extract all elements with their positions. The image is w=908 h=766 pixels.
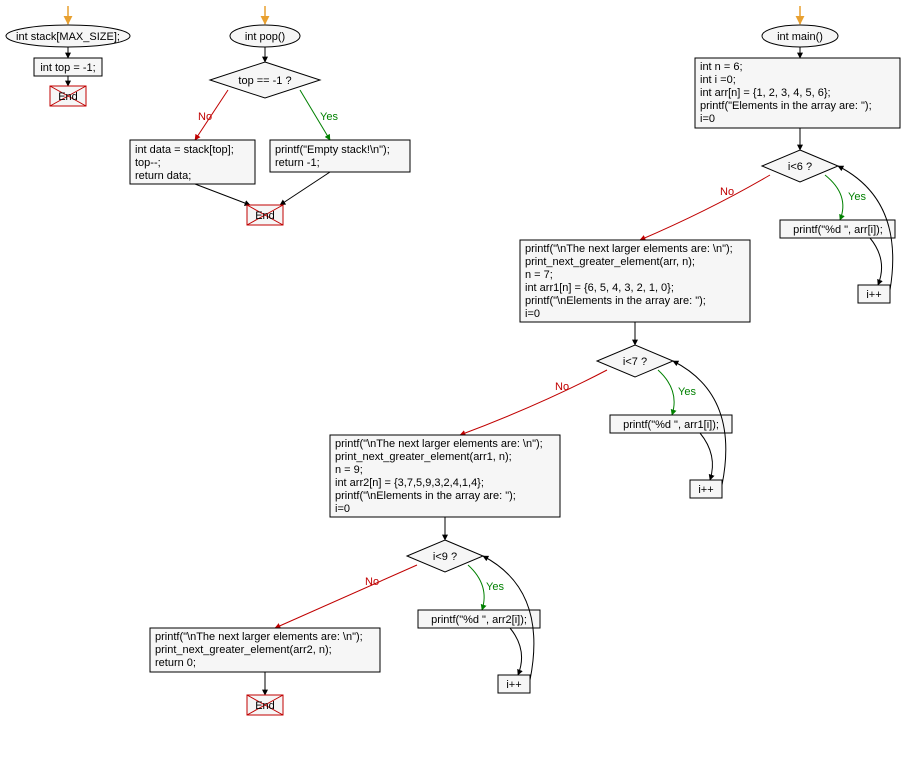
main-init-l3: int arr[n] = {1, 2, 3, 4, 5, 6}; [700, 87, 831, 99]
no-label: No [720, 186, 734, 198]
block2-l6: i=0 [525, 308, 540, 320]
stack-decl-label: int stack[MAX_SIZE]; [16, 31, 120, 43]
subchart-main: int main() int n = 6; int i =0; int arr[… [150, 6, 900, 715]
inc1-label: i++ [866, 289, 881, 301]
yes-label: Yes [678, 386, 696, 398]
main-init-l5: i=0 [700, 113, 715, 125]
end-node: End [247, 695, 283, 715]
block3-l2: print_next_greater_element(arr1, n); [335, 451, 512, 463]
block2-l1: printf("\nThe next larger elements are: … [525, 243, 733, 255]
print2-label: printf("%d ", arr1[i]); [623, 419, 719, 431]
block3-l3: n = 9; [335, 464, 363, 476]
end-node: End [50, 86, 86, 106]
block2-l4: int arr1[n] = {6, 5, 4, 3, 2, 1, 0}; [525, 282, 674, 294]
main-decl-label: int main() [777, 31, 823, 43]
flowchart-canvas: int stack[MAX_SIZE]; int top = -1; End i… [0, 0, 908, 766]
edge-no [275, 565, 417, 628]
block4-l3: return 0; [155, 657, 196, 669]
main-init-l1: int n = 6; [700, 61, 743, 73]
subchart-stack: int stack[MAX_SIZE]; int top = -1; End [6, 6, 130, 106]
end-label: End [255, 700, 275, 712]
block3-l5: printf("\nElements in the array are: "); [335, 490, 516, 502]
no-label: No [198, 111, 212, 123]
block4-l1: printf("\nThe next larger elements are: … [155, 631, 363, 643]
edge [700, 433, 712, 480]
cond1-label: i<6 ? [788, 161, 812, 173]
block2-l5: printf("\nElements in the array are: "); [525, 295, 706, 307]
print3-label: printf("%d ", arr2[i]); [431, 614, 527, 626]
edge-yes [468, 565, 484, 610]
block3-l1: printf("\nThe next larger elements are: … [335, 438, 543, 450]
pop-no-l1: int data = stack[top]; [135, 144, 234, 156]
edge [870, 238, 882, 285]
main-init-l2: int i =0; [700, 74, 736, 86]
edge-no [460, 370, 607, 435]
end-node: End [247, 205, 283, 225]
top-init-label: int top = -1; [40, 62, 95, 74]
pop-no-l2: top--; [135, 157, 161, 169]
edge [510, 628, 522, 675]
yes-label: Yes [486, 581, 504, 593]
block3-l6: i=0 [335, 503, 350, 515]
subchart-pop: int pop() top == -1 ? No int data = stac… [130, 6, 410, 225]
cond2-label: i<7 ? [623, 356, 647, 368]
no-label: No [555, 381, 569, 393]
pop-yes-l1: printf("Empty stack!\n"); [275, 144, 390, 156]
block2-l2: print_next_greater_element(arr, n); [525, 256, 695, 268]
yes-label: Yes [848, 191, 866, 203]
print1-label: printf("%d ", arr[i]); [793, 224, 883, 236]
main-init-l4: printf("Elements in the array are: "); [700, 100, 872, 112]
end-label: End [58, 91, 78, 103]
yes-label: Yes [320, 111, 338, 123]
edge [195, 184, 250, 205]
edge-yes [825, 175, 843, 220]
block3-l4: int arr2[n] = {3,7,5,9,3,2,4,1,4}; [335, 477, 484, 489]
inc2-label: i++ [698, 484, 713, 496]
block4-l2: print_next_greater_element(arr2, n); [155, 644, 332, 656]
inc3-label: i++ [506, 679, 521, 691]
cond3-label: i<9 ? [433, 551, 457, 563]
edge-no [640, 175, 770, 240]
pop-cond-label: top == -1 ? [238, 75, 291, 87]
block2-l3: n = 7; [525, 269, 553, 281]
pop-decl-label: int pop() [245, 31, 285, 43]
pop-yes-l2: return -1; [275, 157, 320, 169]
end-label: End [255, 210, 275, 222]
pop-no-l3: return data; [135, 170, 191, 182]
edge [280, 172, 330, 205]
no-label: No [365, 576, 379, 588]
edge-yes [658, 370, 674, 415]
